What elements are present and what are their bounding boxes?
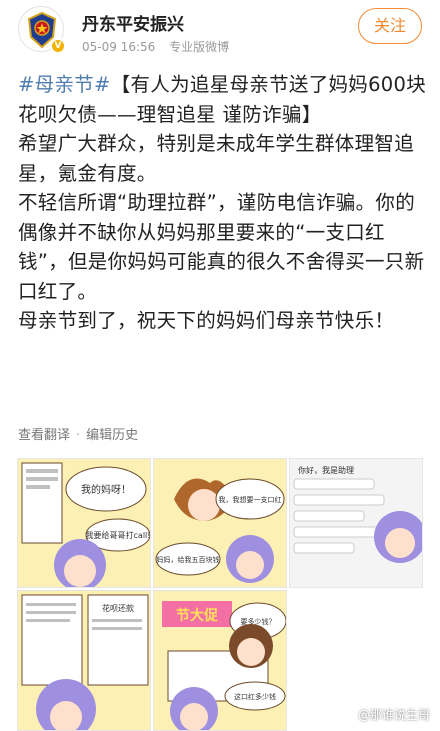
comic-text-2: 我要给哥哥打call! [86,530,151,540]
post-client: 专业版微博 [169,40,230,54]
comic-text-4: 妈妈，给我五百块钱 [157,555,220,564]
post-image-1[interactable]: 我的妈呀！ 我要给哥哥打call! [17,458,151,588]
post-image-4[interactable]: 花呗还款 [17,590,151,731]
author-name[interactable]: 丹东平安振兴 [82,10,184,35]
post-image-2[interactable]: 我，我想要一支口红 妈妈，给我五百块钱 [153,458,287,588]
edit-history-link[interactable]: 编辑历史 [86,428,138,443]
post-title-line: #母亲节#【有人为追星母亲节送了妈妈600块花呗欠债——理智追星 谨防诈骗】 [18,70,426,129]
follow-button[interactable]: 关注 [358,8,422,44]
translate-link[interactable]: 查看翻译 [18,428,70,443]
comic-text-5: 你好，我是助理 [298,465,354,475]
image-watermark: @那谁说生哥 [357,708,430,722]
post-actions: 查看翻译 · 编辑历史 [18,424,138,443]
post-meta: 05-09 16:56 专业版微博 [82,38,229,55]
post-image-3[interactable]: 你好，我是助理 [289,458,423,588]
post-paragraph-1: 希望广大群众，特别是未成年学生群体理智追星，氪金有度。 [18,132,415,185]
post-header: V 丹东平安振兴 05-09 16:56 专业版微博 关注 [0,0,440,66]
verified-badge-icon: V [50,38,66,54]
post-paragraph-3: 母亲节到了，祝天下的妈妈们母亲节快乐！ [18,309,395,332]
post-image-8[interactable]: 这口红多少钱 [221,590,287,731]
post-date[interactable]: 05-09 16:56 [82,40,155,54]
comic-text-7: 节大促 [176,607,219,624]
hashtag-link[interactable]: #母亲节# [18,73,111,96]
actions-separator: · [76,428,81,443]
comic-text-9: 这口红多少钱 [234,692,276,701]
comic-text-1: 我的妈呀！ [81,483,131,496]
comic-text-6: 花呗还款 [102,603,134,613]
post-body: #母亲节#【有人为追星母亲节送了妈妈600块花呗欠债——理智追星 谨防诈骗】 希… [18,70,426,336]
post-paragraph-2: 不轻信所谓“助理拉群”，谨防电信诈骗。你的偶像并不缺你从妈妈那里要来的“一支口红… [18,191,425,303]
comic-text-3: 我，我想要一支口红 [219,495,282,504]
